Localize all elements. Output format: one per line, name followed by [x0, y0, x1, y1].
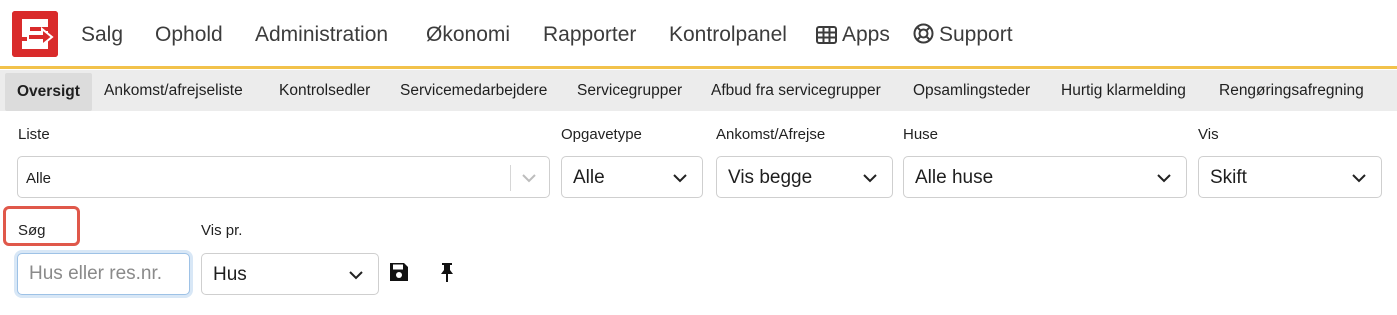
- chevron-down-icon: [673, 174, 687, 183]
- tab-rengoringsafregning[interactable]: Rengøringsafregning: [1219, 82, 1364, 100]
- nav-ophold[interactable]: Ophold: [155, 22, 223, 48]
- tab-oversigt[interactable]: Oversigt: [5, 73, 92, 111]
- opgavetype-select[interactable]: Alle: [561, 156, 703, 198]
- nav-apps[interactable]: Apps: [816, 22, 890, 51]
- tab-hurtig-klarmelding[interactable]: Hurtig klarmelding: [1061, 82, 1186, 100]
- select-separator: [510, 165, 511, 191]
- pin-icon[interactable]: [436, 261, 458, 283]
- vis-select[interactable]: Skift: [1198, 156, 1382, 198]
- nav-salg[interactable]: Salg: [81, 22, 123, 48]
- nav-administration[interactable]: Administration: [255, 22, 388, 48]
- vis-label: Vis: [1198, 126, 1219, 143]
- tab-opsamlingsteder[interactable]: Opsamlingsteder: [913, 82, 1030, 100]
- vis-value: Skift: [1210, 167, 1247, 188]
- chevron-down-icon: [349, 271, 363, 280]
- ankomst-afrejse-select[interactable]: Vis begge: [716, 156, 893, 198]
- ankomst-afrejse-value: Vis begge: [728, 167, 813, 188]
- ankomst-afrejse-label: Ankomst/Afrejse: [716, 126, 826, 143]
- nav-okonomi[interactable]: Økonomi: [426, 22, 510, 48]
- liste-label: Liste: [18, 126, 50, 143]
- logo-icon[interactable]: [12, 11, 58, 57]
- huse-value: Alle huse: [915, 167, 994, 188]
- chevron-down-icon: [1352, 174, 1366, 183]
- nav-apps-label: Apps: [842, 23, 890, 46]
- sub-navigation: Oversigt Ankomst/afrejseliste Kontrolsed…: [0, 70, 1397, 111]
- top-navigation: Salg Ophold Administration Økonomi Rappo…: [0, 0, 1397, 68]
- vis-pr-value: Hus: [213, 264, 247, 285]
- search-input[interactable]: [17, 253, 190, 295]
- tab-kontrolsedler[interactable]: Kontrolsedler: [279, 82, 370, 100]
- nav-rapporter[interactable]: Rapporter: [543, 22, 636, 48]
- liste-value: Alle: [26, 170, 52, 187]
- chevron-down-icon: [863, 174, 877, 183]
- tab-afbud-fra-servicegrupper[interactable]: Afbud fra servicegrupper: [711, 82, 881, 100]
- save-icon[interactable]: [388, 261, 410, 283]
- grid-icon: [816, 25, 837, 51]
- liste-select[interactable]: Alle: [17, 156, 550, 198]
- nav-support[interactable]: Support: [913, 22, 1013, 51]
- opgavetype-value: Alle: [573, 167, 605, 188]
- vis-pr-select[interactable]: Hus: [201, 253, 379, 295]
- tab-servicegrupper[interactable]: Servicegrupper: [577, 82, 682, 100]
- search-label: Søg: [18, 222, 46, 239]
- tab-ankomst-afrejseliste[interactable]: Ankomst/afrejseliste: [104, 82, 243, 100]
- chevron-down-icon: [1157, 174, 1171, 183]
- tab-servicemedarbejdere[interactable]: Servicemedarbejdere: [400, 82, 547, 100]
- nav-support-label: Support: [939, 23, 1013, 46]
- accent-divider: [0, 66, 1397, 69]
- vis-pr-label: Vis pr.: [201, 222, 243, 239]
- huse-select[interactable]: Alle huse: [903, 156, 1187, 198]
- opgavetype-label: Opgavetype: [561, 126, 642, 143]
- chevron-down-icon: [522, 174, 536, 183]
- lifebuoy-icon: [913, 23, 934, 51]
- nav-kontrolpanel[interactable]: Kontrolpanel: [669, 22, 787, 48]
- huse-label: Huse: [903, 126, 939, 143]
